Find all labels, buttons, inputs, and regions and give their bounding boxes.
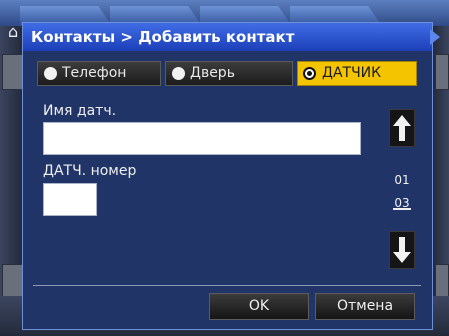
background-cell <box>2 264 24 300</box>
radio-sensor[interactable]: ДАТЧИК <box>297 61 417 86</box>
dialog-titlebar: Контакты > Добавить контакт <box>23 23 440 51</box>
add-contact-dialog: Контакты > Добавить контакт Телефон Двер… <box>22 22 440 330</box>
ok-button[interactable]: OK <box>209 293 309 320</box>
dialog-title: Контакты > Добавить контакт <box>31 28 295 46</box>
radio-dot-selected-icon <box>303 67 316 80</box>
sensor-name-label: Имя датч. <box>43 103 117 119</box>
title-arrow-icon <box>430 29 440 45</box>
sensor-name-input[interactable] <box>43 122 361 155</box>
sensor-number-label: ДАТЧ. номер <box>43 163 137 179</box>
arrow-up-icon <box>393 115 411 141</box>
scroll-up-button[interactable] <box>389 109 415 147</box>
current-page: 01 <box>394 173 410 187</box>
sensor-number-input[interactable] <box>43 183 97 216</box>
total-pages: 03 <box>394 196 410 210</box>
scroll-down-button[interactable] <box>389 231 415 269</box>
radio-sensor-label: ДАТЧИК <box>322 65 382 81</box>
background-cell <box>435 264 449 300</box>
background-cell <box>435 54 449 90</box>
radio-dot-icon <box>172 67 185 80</box>
radio-phone[interactable]: Телефон <box>37 61 161 86</box>
footer-divider <box>33 285 421 286</box>
cancel-button[interactable]: Отмена <box>315 293 415 320</box>
background-cell <box>2 54 24 90</box>
radio-door[interactable]: Дверь <box>165 61 293 86</box>
radio-dot-icon <box>44 67 57 80</box>
home-icon[interactable]: ⌂ <box>8 24 18 40</box>
arrow-down-icon <box>393 237 411 263</box>
radio-phone-label: Телефон <box>62 65 127 81</box>
radio-door-label: Дверь <box>190 65 235 81</box>
